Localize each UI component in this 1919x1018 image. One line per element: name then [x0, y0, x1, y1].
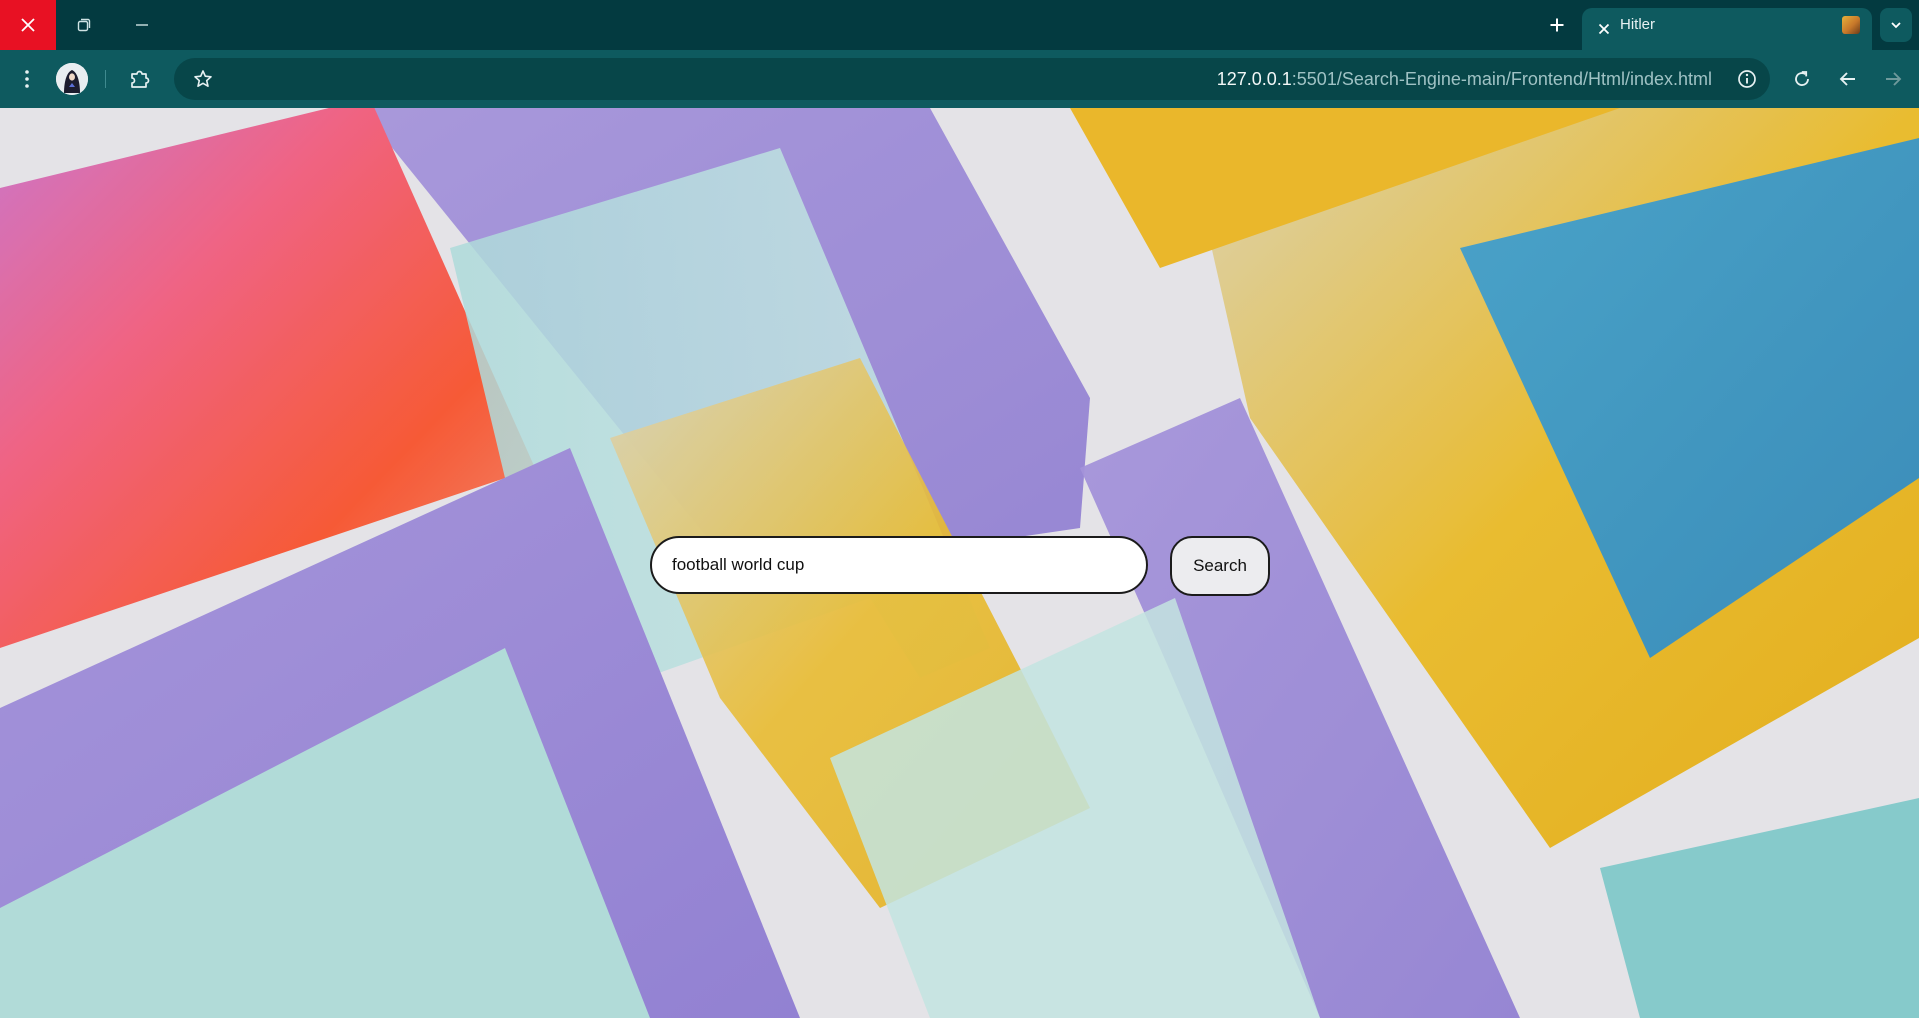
browser-window: Hitler 127.0.0.1:5501/Search-Engine-main… [0, 0, 1919, 1018]
omnibox[interactable]: 127.0.0.1:5501/Search-Engine-main/Fronte… [174, 58, 1770, 100]
toolbar-separator [105, 70, 106, 88]
tab-active[interactable]: Hitler [1582, 8, 1872, 50]
forward-button[interactable] [1873, 59, 1913, 99]
tab-strip: Hitler [0, 0, 1919, 50]
window-minimize-button[interactable] [114, 0, 170, 50]
profile-icon [56, 63, 88, 95]
window-restore-button[interactable] [56, 0, 112, 50]
close-icon [21, 18, 35, 32]
chevron-down-icon [1891, 22, 1901, 29]
window-close-button[interactable] [0, 0, 56, 50]
tab-close-button[interactable] [1594, 19, 1614, 39]
reload-button[interactable] [1782, 59, 1822, 99]
bookmark-button[interactable] [183, 59, 223, 99]
restore-icon [77, 18, 91, 32]
new-tab-button[interactable] [1540, 8, 1574, 42]
forward-arrow-icon [1886, 72, 1902, 86]
reload-icon [1795, 71, 1809, 86]
back-button[interactable] [1828, 59, 1868, 99]
back-arrow-icon [1839, 72, 1855, 86]
info-icon [1738, 70, 1756, 88]
tab-favicon [1842, 16, 1860, 34]
kebab-menu-icon [25, 70, 29, 88]
profile-avatar[interactable] [56, 63, 88, 95]
star-icon [194, 70, 212, 87]
search-button[interactable]: Search [1170, 536, 1270, 596]
search-input[interactable] [650, 536, 1148, 594]
search-form: Search [650, 536, 1270, 596]
close-icon [1598, 23, 1610, 35]
tab-title: Hitler [1620, 16, 1656, 33]
toolbar: 127.0.0.1:5501/Search-Engine-main/Fronte… [0, 50, 1919, 108]
url-path: :5501/Search-Engine-main/Frontend/Html/i… [1291, 69, 1712, 89]
tab-search-button[interactable] [1880, 8, 1912, 42]
menu-button[interactable] [7, 59, 47, 99]
puzzle-icon [131, 70, 150, 88]
minimize-icon [136, 24, 148, 26]
extensions-button[interactable] [120, 59, 160, 99]
address-bar-url[interactable]: 127.0.0.1:5501/Search-Engine-main/Fronte… [1217, 58, 1712, 100]
plus-icon [1550, 18, 1564, 32]
url-host: 127.0.0.1 [1216, 69, 1292, 89]
page-content: Search [0, 108, 1919, 1018]
site-info-button[interactable] [1732, 64, 1762, 94]
